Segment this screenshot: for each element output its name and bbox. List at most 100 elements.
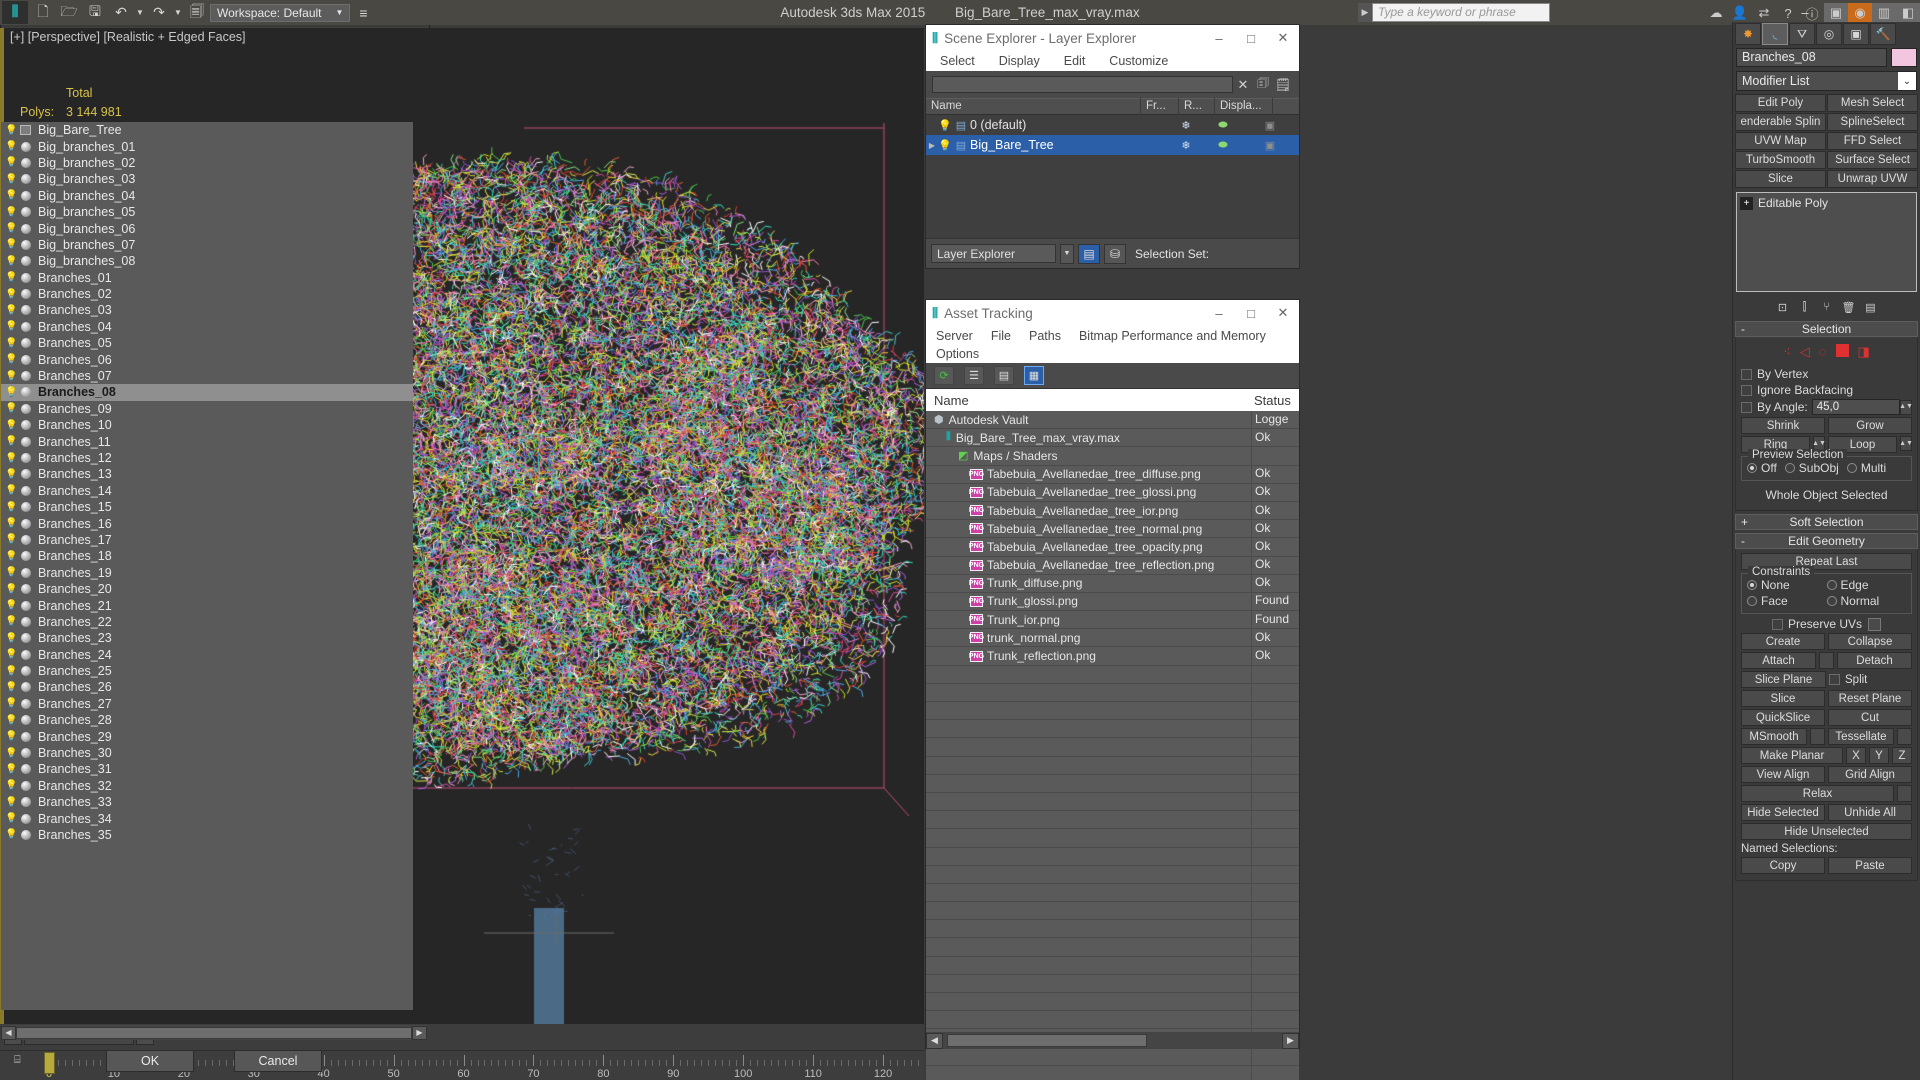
subobject-level-buttons[interactable]: ⁖ ◁ ◌ ◨ (1741, 341, 1912, 365)
quickslice-button[interactable]: QuickSlice (1741, 709, 1825, 726)
render-frame-icon[interactable]: ▥ (1872, 3, 1896, 24)
scene-object-row[interactable]: 💡 Branches_32 (1, 778, 413, 794)
make-planar-x-button[interactable]: X (1846, 747, 1866, 764)
make-planar-z-button[interactable]: Z (1892, 747, 1912, 764)
asset-tracking-menubar-2[interactable]: Options (926, 345, 1299, 363)
modifier-button[interactable]: Edit Poly (1735, 94, 1826, 112)
light-bulb-icon[interactable]: 💡 (5, 829, 18, 840)
chevron-down-icon[interactable]: ▼ (1060, 244, 1074, 264)
scene-object-row[interactable]: 💡 Branches_25 (1, 663, 413, 679)
explorer-mode-combo[interactable]: Layer Explorer (931, 244, 1056, 263)
asset-tracking-list[interactable]: ⬢ Autodesk Vault Logge ⦀ Big_Bare_Tree_max_v… (926, 411, 1299, 1080)
light-bulb-icon[interactable]: 💡 (5, 682, 18, 693)
light-bulb-icon[interactable]: 💡 (5, 387, 18, 398)
column-name[interactable]: Name (926, 393, 1251, 408)
light-bulb-icon[interactable]: 💡 (5, 600, 18, 611)
scene-object-row[interactable]: 💡 Big_branches_03 (1, 171, 413, 187)
scene-object-row[interactable]: 💡 Branches_16 (1, 515, 413, 531)
hide-unselected-button[interactable]: Hide Unselected (1741, 823, 1912, 840)
menu-server[interactable]: Server (936, 329, 973, 343)
scroll-thumb[interactable] (16, 1027, 412, 1039)
select-from-scene-dialog[interactable]: Select From Scene ✕ Select Display Custo… (0, 0, 430, 1054)
undo-icon[interactable]: ↶ (108, 2, 134, 24)
cancel-button[interactable]: Cancel (234, 1050, 322, 1072)
ok-button[interactable]: OK (106, 1050, 194, 1072)
scene-object-row[interactable]: 💡 Branches_27 (1, 696, 413, 712)
modifier-button[interactable]: UVW Map (1735, 132, 1826, 150)
select-from-scene-list[interactable]: 💡 Big_Bare_Tree 💡 Big_branches_01 💡 Big_branc… (1, 122, 413, 1010)
autodesk-360-icon[interactable]: ☁ (1704, 3, 1728, 24)
loop-spinner[interactable]: ▲▼ (1900, 436, 1912, 451)
modifier-button[interactable]: enderable Splin (1735, 113, 1826, 131)
light-bulb-icon[interactable]: 💡 (5, 436, 18, 447)
scene-explorer-search-input[interactable] (932, 76, 1233, 93)
light-bulb-icon[interactable]: 💡 (5, 616, 18, 627)
light-bulb-icon[interactable]: 💡 (5, 157, 18, 168)
list-view-icon[interactable]: ☰ (964, 366, 984, 385)
details-view-icon[interactable]: ▤ (994, 366, 1014, 385)
expand-icon[interactable]: ▶ (926, 141, 938, 150)
preview-subobj-radio[interactable] (1785, 463, 1795, 473)
by-angle-spinner[interactable]: ▲▼ (1900, 400, 1912, 415)
redo-icon[interactable]: ↷ (146, 2, 172, 24)
tessellate-settings-icon[interactable] (1897, 728, 1912, 745)
soft-selection-rollout-header[interactable]: + Soft Selection (1735, 514, 1918, 530)
scene-explorer-menubar[interactable]: Select Display Edit Customize (926, 51, 1299, 71)
preserve-uvs-checkbox[interactable] (1772, 619, 1783, 630)
modifier-button[interactable]: FFD Select (1827, 132, 1918, 150)
preview-multi-radio[interactable] (1847, 463, 1857, 473)
menu-select[interactable]: Select (940, 54, 975, 68)
paste-button[interactable]: Paste (1828, 857, 1912, 874)
exchange-icon[interactable]: ⇄ (1752, 3, 1776, 24)
maximize-icon[interactable]: □ (1235, 300, 1267, 326)
asset-row[interactable]: PNG Tabebuia_Avellanedae_tree_diffuse.png… (926, 466, 1299, 484)
light-bulb-icon[interactable]: 💡 (5, 190, 18, 201)
by-angle-field[interactable]: 45,0 (1812, 399, 1900, 415)
light-bulb-icon[interactable]: 💡 (5, 698, 18, 709)
scene-object-row[interactable]: 💡 Branches_10 (1, 417, 413, 433)
copy-button[interactable]: Copy (1741, 857, 1825, 874)
snowflake-icon[interactable]: ❄ (1167, 119, 1205, 132)
constraint-normal-radio[interactable] (1827, 596, 1837, 606)
layer-props-icon[interactable]: 🗒 (1273, 75, 1293, 95)
constraint-face-row[interactable]: Face (1747, 594, 1827, 608)
preserve-uvs-settings-icon[interactable] (1868, 618, 1881, 631)
scene-explorer-search-row[interactable]: ✕ 🗊 🗒 (926, 71, 1299, 98)
asset-row[interactable]: PNG Tabebuia_Avellanedae_tree_reflection.… (926, 557, 1299, 575)
light-bulb-icon[interactable]: 💡 (5, 403, 18, 414)
ignore-backfacing-checkbox[interactable] (1741, 385, 1752, 396)
cut-button[interactable]: Cut (1828, 709, 1912, 726)
by-angle-row[interactable]: By Angle: 45,0 ▲▼ (1741, 399, 1912, 415)
light-bulb-icon[interactable]: 💡 (5, 567, 18, 578)
modifier-button[interactable]: TurboSmooth (1735, 151, 1826, 169)
light-bulb-icon[interactable]: 💡 (5, 453, 18, 464)
light-bulb-icon[interactable]: 💡 (5, 485, 18, 496)
light-bulb-icon[interactable]: 💡 (5, 223, 18, 234)
polygon-icon[interactable] (1836, 344, 1849, 357)
constraint-face-radio[interactable] (1747, 596, 1757, 606)
modifier-button[interactable]: SplineSelect (1827, 113, 1918, 131)
light-bulb-icon[interactable]: 💡 (5, 239, 18, 250)
create-button[interactable]: Create (1741, 633, 1825, 650)
make-unique-icon[interactable]: ⑂ (1819, 299, 1835, 315)
hierarchy-icon[interactable]: ⛁ (1104, 244, 1126, 264)
column-freeze[interactable]: Fr... (1141, 98, 1179, 115)
ignore-backfacing-row[interactable]: Ignore Backfacing (1741, 383, 1912, 397)
scene-object-row[interactable]: 💡 Branches_19 (1, 565, 413, 581)
asset-tracking-hscrollbar[interactable]: ◀ ▶ (926, 1032, 1299, 1049)
light-bulb-icon[interactable]: 💡 (5, 125, 18, 136)
menu-file[interactable]: File (991, 329, 1011, 343)
grow-button[interactable]: Grow (1828, 417, 1912, 434)
new-file-icon[interactable]: 🗋 (30, 2, 56, 24)
search-input[interactable]: Type a keyword or phrase (1372, 3, 1550, 22)
save-file-icon[interactable]: 🖫 (82, 2, 108, 24)
menu-options[interactable]: Options (936, 347, 979, 361)
menu-customize[interactable]: Customize (1109, 54, 1168, 68)
light-bulb-icon[interactable]: 💡 (5, 797, 18, 808)
scene-explorer-column-headers[interactable]: Name Fr... R... Displa... (926, 98, 1299, 115)
asset-row[interactable]: ⬢ Autodesk Vault Logge (926, 411, 1299, 429)
scene-object-row[interactable]: 💡 Branches_03 (1, 302, 413, 318)
display-box-icon[interactable]: ▣ (1241, 119, 1299, 132)
msmooth-button[interactable]: MSmooth (1741, 728, 1807, 745)
minimize-icon[interactable]: – (1203, 300, 1235, 326)
